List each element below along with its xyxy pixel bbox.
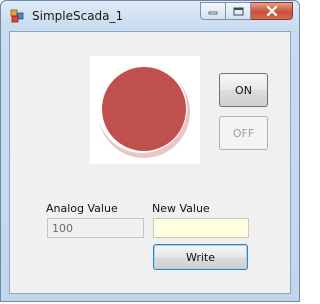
app-icon xyxy=(10,9,24,23)
form-client-area: ON OFF Analog Value New Value 100 Write xyxy=(9,31,291,294)
on-button[interactable]: ON xyxy=(219,73,268,107)
title-bar[interactable]: SimpleScada_1 xyxy=(1,1,299,31)
window-title: SimpleScada_1 xyxy=(32,9,124,23)
close-button[interactable] xyxy=(251,2,293,20)
maximize-icon xyxy=(233,7,243,15)
close-icon xyxy=(266,6,277,16)
minimize-icon xyxy=(208,11,218,15)
lamp-light xyxy=(102,67,186,151)
caption-buttons xyxy=(200,2,293,20)
lamp-indicator xyxy=(97,63,194,158)
lamp-indicator-panel xyxy=(90,56,200,164)
write-button[interactable]: Write xyxy=(153,244,248,270)
analog-value-label: Analog Value xyxy=(46,202,118,215)
app-window: SimpleScada_1 ON OFF Analog Value New Va… xyxy=(0,0,300,302)
maximize-button[interactable] xyxy=(226,2,251,20)
off-button[interactable]: OFF xyxy=(219,116,268,150)
new-value-input[interactable] xyxy=(153,218,249,238)
new-value-label: New Value xyxy=(152,202,210,215)
analog-value-field: 100 xyxy=(47,218,144,238)
minimize-button[interactable] xyxy=(200,2,226,20)
